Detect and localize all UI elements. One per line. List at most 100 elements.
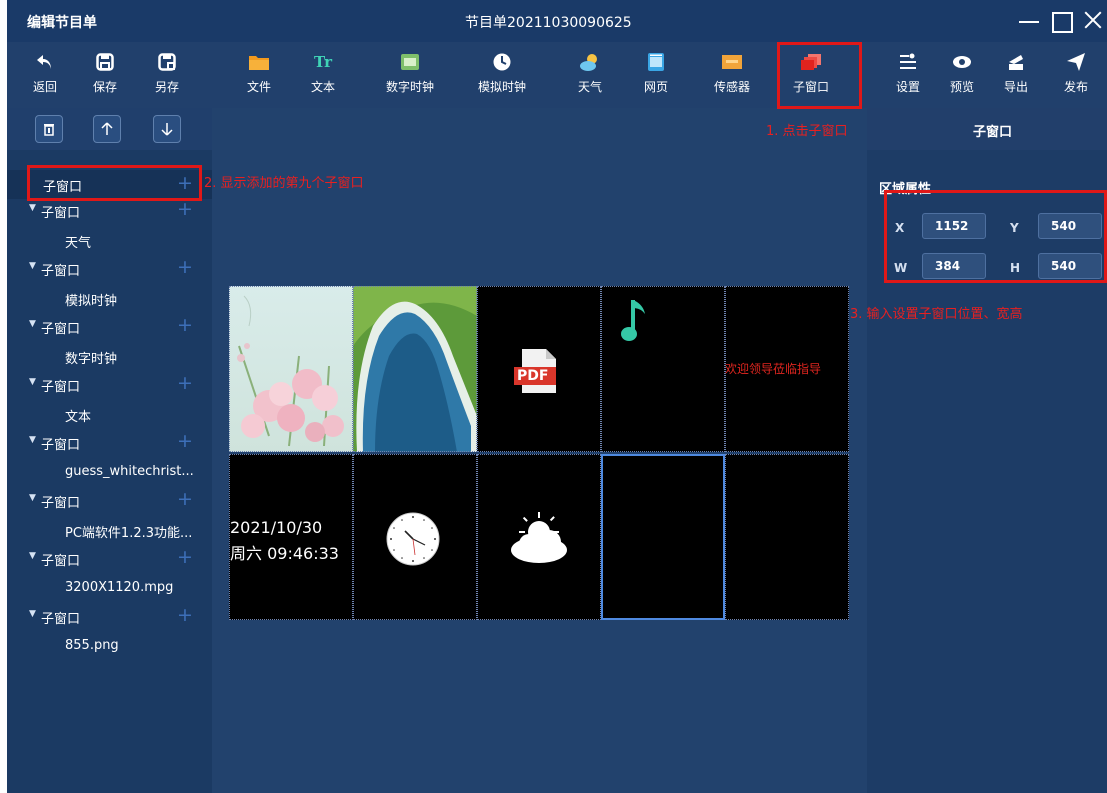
sub-window-button[interactable]: 子窗口 [787,48,835,102]
analog-clock-button[interactable]: 模拟时钟 [472,48,532,102]
sub-window-pdf[interactable]: PDF [477,286,601,452]
expand-arrow-icon[interactable]: ▼ [29,203,36,213]
tree-child-item[interactable]: guess_whitechrist... [7,457,212,486]
weather-button[interactable]: 天气 [570,48,610,102]
file-button[interactable]: 文件 [239,48,279,102]
export-label: 导出 [1003,80,1028,94]
sub-window-digital-clock[interactable]: 2021/10/30 周六 09:46:33 [229,454,353,620]
music-note-icon [621,300,645,341]
save-button[interactable]: 保存 [85,48,125,102]
sub-window-marquee-text[interactable]: 欢迎领导莅临指导 [725,286,849,452]
tree-item[interactable]: ▼ 子窗口 + [7,370,212,399]
layer-tree-panel: 子窗口 + ▼ 子窗口 + 天气 ▼ 子窗口 + 模拟时钟 ▼ 子窗口 + 数字时钟 ▼ 子窗… [7,108,212,793]
move-up-button[interactable] [93,115,121,143]
save-as-label: 另存 [154,80,179,94]
tree-child-item[interactable]: 855.png [7,631,212,660]
tree-item-label: 子窗口 [41,612,81,627]
tree-item-label: 子窗口 [43,180,83,195]
digital-clock-label: 数字时钟 [385,80,434,94]
sensor-button[interactable]: 传感器 [707,48,757,102]
folder-icon [239,48,279,76]
add-content-icon[interactable]: + [177,486,193,512]
tree-child-item[interactable]: 3200X1120.mpg [7,573,212,602]
preview-button[interactable]: 预览 [944,48,980,102]
webpage-button[interactable]: 网页 [636,48,676,102]
properties-panel: 子窗口 区域属性 X Y W H [867,108,1107,793]
expand-arrow-icon[interactable]: ▼ [29,435,36,445]
digital-clock-date: 2021/10/30 [230,518,323,537]
maximize-button[interactable] [1045,4,1077,36]
publish-button[interactable]: 发布 [1058,48,1094,102]
tree-child-item[interactable]: 天气 [7,225,212,254]
sub-window-new-selected[interactable] [601,454,725,620]
digital-clock-button[interactable]: 数字时钟 [380,48,440,102]
tree-child-label: 855.png [65,638,119,653]
tree-item[interactable]: ▼ 子窗口 + [7,196,212,225]
add-content-icon[interactable]: + [177,196,193,222]
settings-button[interactable]: 设置 [890,48,926,102]
delete-button[interactable] [35,115,63,143]
save-as-button[interactable]: 另存 [147,48,187,102]
tree-item[interactable]: ▼ 子窗口 + [7,254,212,283]
add-content-icon[interactable]: + [177,254,193,280]
tree-item[interactable]: ▼ 子窗口 + [7,486,212,515]
tree-item[interactable]: ▼ 子窗口 + [7,312,212,341]
tree-child-label: 数字时钟 [65,352,118,367]
expand-arrow-icon[interactable]: ▼ [29,377,36,387]
undo-arrow-icon [25,48,65,76]
y-input[interactable] [1038,213,1102,239]
eye-icon [944,48,980,76]
add-content-icon[interactable]: + [177,312,193,338]
sub-window-empty[interactable] [725,454,849,620]
tree-item-label: 子窗口 [41,206,81,221]
tree-item[interactable]: ▼ 子窗口 + [7,428,212,457]
webpage-icon [636,48,676,76]
expand-arrow-icon[interactable]: ▼ [29,261,36,271]
close-button[interactable] [1077,4,1107,36]
minimize-button[interactable] [1013,4,1045,36]
tree-item-selected[interactable]: 子窗口 + [7,170,212,199]
h-label: H [1010,261,1021,275]
sub-window-icon [787,48,835,76]
tree-child-item[interactable]: 模拟时钟 [7,283,212,312]
marquee-text: 欢迎领导莅临指导 [725,362,822,376]
back-button[interactable]: 返回 [25,48,65,102]
sub-window-analog-clock[interactable] [353,454,477,620]
arrow-down-icon [161,123,173,136]
height-input[interactable] [1038,253,1102,279]
add-content-icon[interactable]: + [177,428,193,454]
tree-child-label: 3200X1120.mpg [65,580,174,595]
export-button[interactable]: 导出 [998,48,1034,102]
properties-header: 子窗口 [867,108,1107,150]
sub-window-music[interactable] [601,286,725,452]
tree-item[interactable]: ▼ 子窗口 + [7,602,212,631]
expand-arrow-icon[interactable]: ▼ [29,609,36,619]
tree-item[interactable]: ▼ 子窗口 + [7,544,212,573]
tree-child-item[interactable]: PC端软件1.2.3功能... [7,515,212,544]
sub-window-image-lake[interactable] [353,286,477,452]
expand-arrow-icon[interactable]: ▼ [29,493,36,503]
move-down-button[interactable] [153,115,181,143]
tree-child-item[interactable]: 数字时钟 [7,341,212,370]
export-icon [998,48,1034,76]
add-content-icon[interactable]: + [177,544,193,570]
save-icon [85,48,125,76]
toolbar: 返回 保存 另存 文件 Tr 文本 数字时钟 模拟时钟 天气 网页 传感器 子窗… [7,42,1107,108]
partly-cloudy-icon [511,512,567,563]
program-stage: PDF 欢迎领导莅临指导 2021/10/30 周六 09:46:33 [229,286,853,620]
lake-image [353,286,477,452]
tree-child-item[interactable]: 文本 [7,399,212,428]
analog-clock-label: 模拟时钟 [477,80,526,94]
add-content-icon[interactable]: + [177,602,193,628]
add-content-icon[interactable]: + [177,370,193,396]
annotation-step-3: 3. 输入设置子窗口位置、宽高 [850,307,1023,322]
sub-window-image-flowers[interactable] [229,286,353,452]
expand-arrow-icon[interactable]: ▼ [29,319,36,329]
sub-window-label: 子窗口 [792,80,829,94]
width-input[interactable] [922,253,986,279]
sub-window-weather[interactable] [477,454,601,620]
x-input[interactable] [922,213,986,239]
expand-arrow-icon[interactable]: ▼ [29,551,36,561]
add-content-icon[interactable]: + [177,170,193,196]
text-button[interactable]: Tr 文本 [303,48,343,102]
